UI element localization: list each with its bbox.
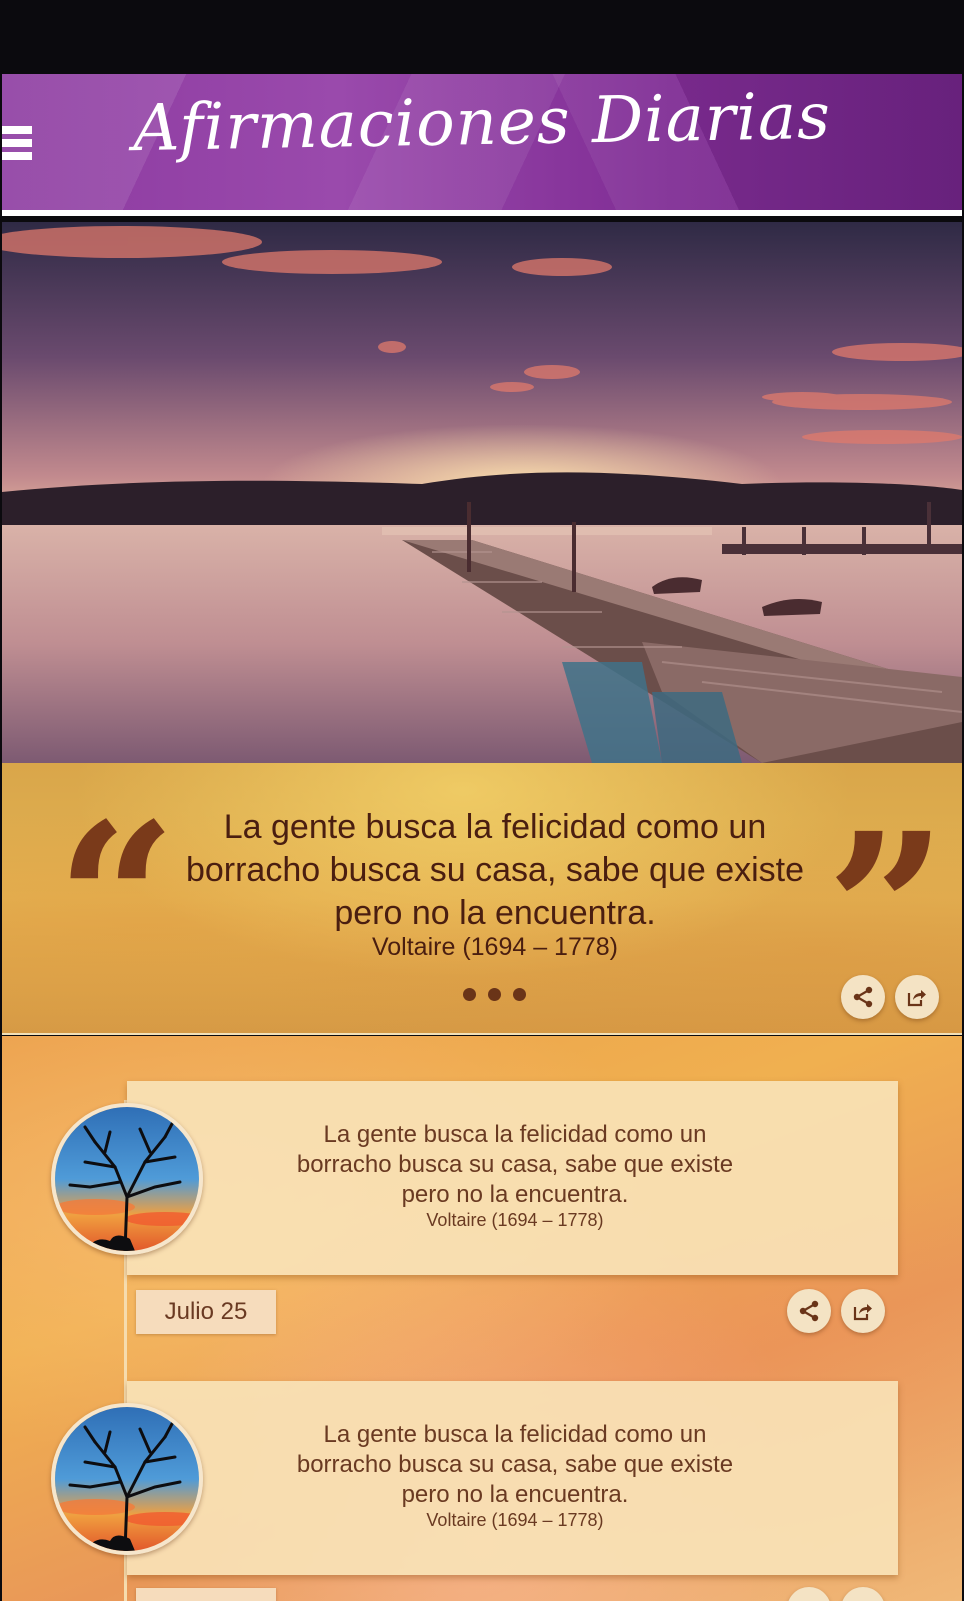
pager-dots[interactable] [463, 988, 526, 1001]
avatar [51, 1103, 203, 1255]
export-button[interactable] [841, 1289, 885, 1333]
share-icon [799, 1300, 819, 1322]
share-icon [853, 986, 873, 1008]
status-bar [0, 0, 964, 74]
hero-image [2, 222, 962, 763]
featured-quote-author: Voltaire (1694 – 1778) [371, 933, 618, 961]
avatar [51, 1403, 203, 1555]
export-icon [853, 1304, 872, 1321]
card-quote-text: La gente busca la felicidad como un borr… [296, 1421, 734, 1508]
open-quote-icon: “ [56, 777, 177, 1024]
pager-dot[interactable] [513, 988, 526, 1001]
card-quote-author: Voltaire (1694 – 1778) [426, 1510, 604, 1530]
card-quote-text: La gente busca la felicidad como un borr… [296, 1121, 734, 1208]
app-header: Afirmaciones Diarias [2, 74, 962, 216]
featured-quote-text: La gente busca la felicidad como un borr… [185, 808, 805, 932]
date-tag: Julio 25 [136, 1290, 276, 1334]
export-icon [907, 990, 926, 1007]
date-tag [136, 1588, 276, 1601]
pager-dot[interactable] [463, 988, 476, 1001]
share-button[interactable] [841, 975, 885, 1019]
app-title: Afirmaciones Diarias [132, 79, 832, 167]
share-button[interactable] [787, 1289, 831, 1333]
card-quote-author: Voltaire (1694 – 1778) [426, 1210, 604, 1230]
pager-dot[interactable] [488, 988, 501, 1001]
export-button[interactable] [895, 975, 939, 1019]
